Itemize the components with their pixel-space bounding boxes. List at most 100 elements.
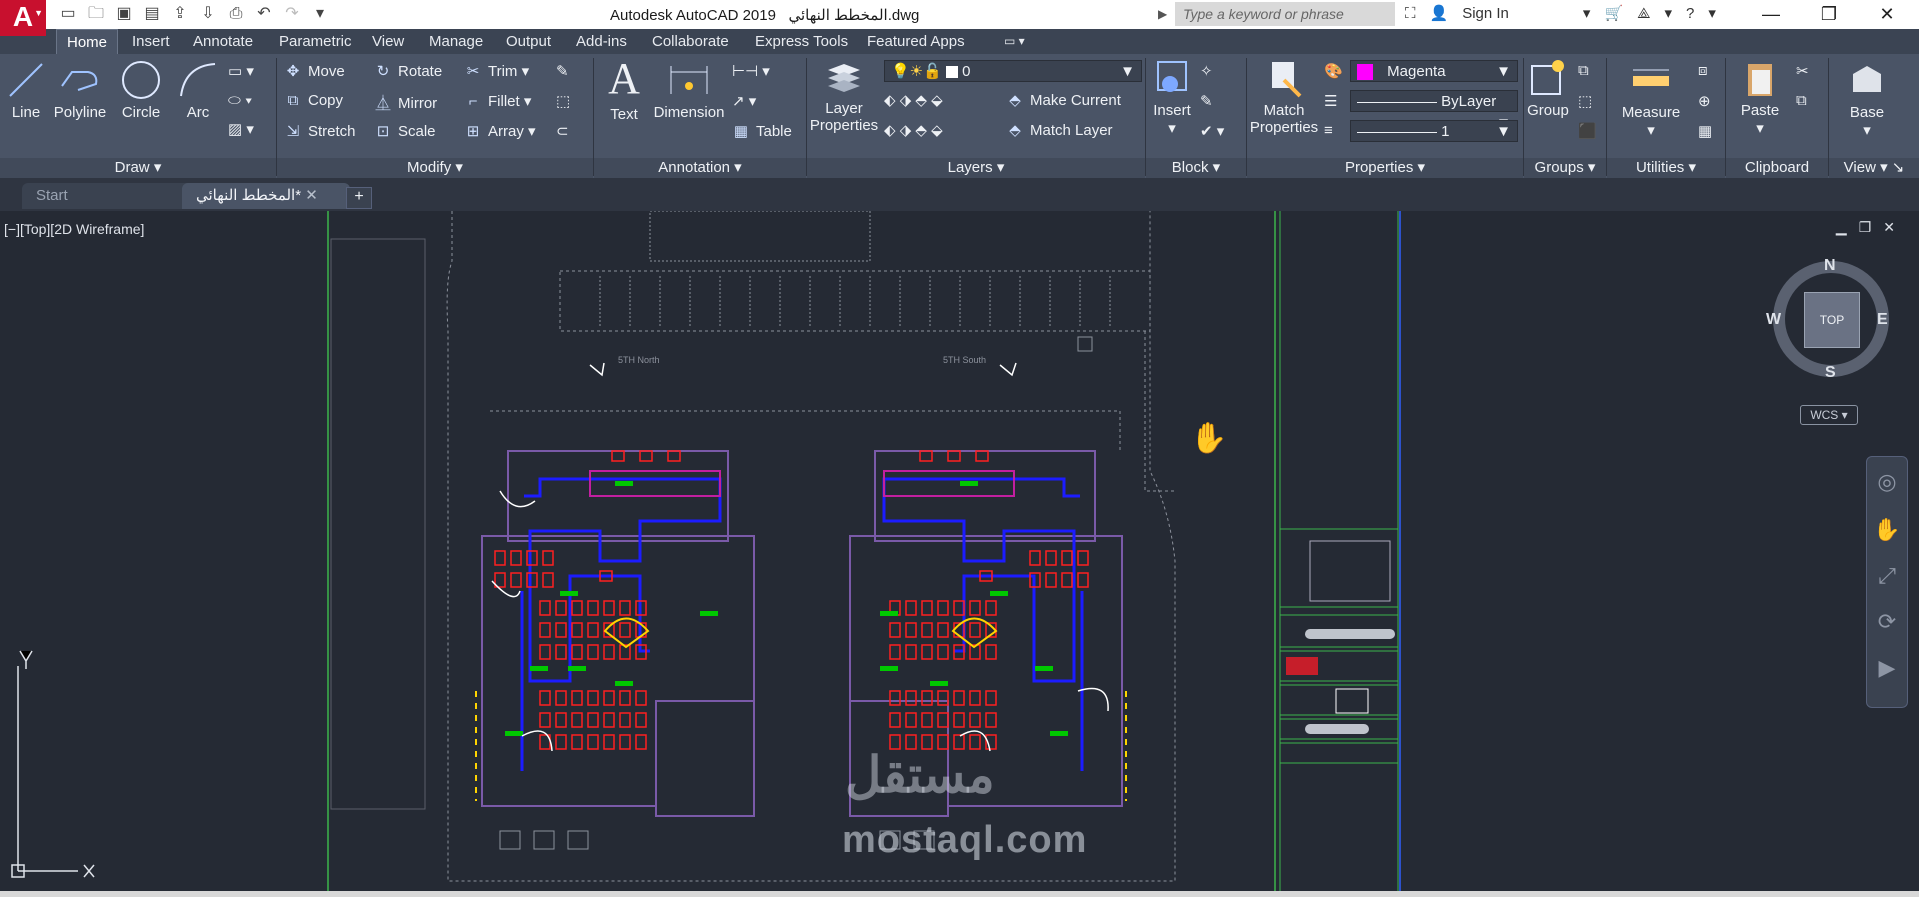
tab-annotate[interactable]: Annotate: [193, 33, 253, 50]
table-button[interactable]: ▦ Table: [732, 122, 792, 140]
close-icon[interactable]: ✕: [1858, 2, 1916, 26]
fillet-button[interactable]: ⌐ Fillet ▾: [464, 92, 532, 110]
hatch-icon[interactable]: ▨ ▾: [228, 120, 254, 138]
open-folder-icon[interactable]: 🗀: [86, 4, 106, 24]
group-button[interactable]: Group: [1526, 58, 1570, 119]
chevron-down-icon[interactable]: ▾: [1583, 4, 1591, 22]
trim-button[interactable]: ✂ Trim ▾: [464, 62, 529, 80]
user-icon[interactable]: 👤: [1430, 4, 1449, 22]
clipboard-panel-title[interactable]: Clipboard: [1726, 158, 1828, 178]
erase-icon[interactable]: ✎: [556, 62, 569, 80]
tab-express-tools[interactable]: Express Tools: [755, 33, 848, 50]
quick-select-icon[interactable]: ⧈: [1698, 62, 1708, 79]
cut-icon[interactable]: ✂: [1796, 62, 1809, 80]
polyline-button[interactable]: Polyline: [52, 60, 108, 121]
tab-parametric[interactable]: Parametric: [279, 33, 352, 50]
leader-icon[interactable]: ↗ ▾: [732, 92, 756, 110]
plot-icon[interactable]: ⎙: [226, 4, 246, 24]
showmotion-icon[interactable]: ▶: [1867, 645, 1907, 691]
text-button[interactable]: A Text: [602, 56, 646, 124]
group-select-icon[interactable]: ⬛: [1578, 122, 1597, 140]
color-dropdown[interactable]: Magenta ▼: [1350, 60, 1518, 82]
layer-dropdown[interactable]: 💡☀🔓 0 ▼: [884, 60, 1142, 82]
create-block-icon[interactable]: ✧: [1200, 62, 1213, 80]
block-panel-title[interactable]: Block ▾: [1146, 158, 1246, 178]
insert-button[interactable]: Insert ▾: [1150, 58, 1194, 137]
undo-icon[interactable]: ↶: [254, 4, 274, 24]
linear-dim-icon[interactable]: ⊢⊣ ▾: [732, 62, 770, 80]
utilities-panel-title[interactable]: Utilities ▾: [1607, 158, 1725, 178]
paste-button[interactable]: Paste ▾: [1732, 58, 1788, 137]
wcs-menu[interactable]: WCS ▾: [1800, 405, 1858, 425]
search-expand-icon[interactable]: ▶: [1158, 7, 1167, 21]
tab-add-ins[interactable]: Add-ins: [576, 33, 627, 50]
tab-manage[interactable]: Manage: [429, 33, 483, 50]
minimize-icon[interactable]: —: [1742, 2, 1800, 26]
orbit-icon[interactable]: ⟳: [1867, 599, 1907, 645]
save-as-icon[interactable]: ▤: [142, 4, 162, 24]
sign-in-button[interactable]: Sign In: [1462, 5, 1509, 22]
measure-button[interactable]: Measure ▾: [1614, 60, 1688, 139]
new-tab-button[interactable]: +: [346, 187, 372, 209]
customize-qat-icon[interactable]: ▾: [310, 4, 330, 24]
search-input[interactable]: Type a keyword or phrase: [1175, 2, 1395, 26]
line-button[interactable]: Line: [6, 60, 46, 121]
move-button[interactable]: ✥ Move: [284, 62, 345, 80]
groups-panel-title[interactable]: Groups ▾: [1524, 158, 1606, 178]
attribute-icon[interactable]: ✔ ▾: [1200, 122, 1224, 140]
rotate-button[interactable]: ↻ Rotate: [374, 62, 443, 80]
scale-button[interactable]: ⊡ Scale: [374, 122, 436, 140]
ellipse-icon[interactable]: ⬭ ▾: [228, 92, 252, 109]
drawing-canvas[interactable]: [−][Top][2D Wireframe] ▁ ❐ ✕ 5TH North 5…: [0, 211, 1919, 891]
annotation-panel-title[interactable]: Annotation ▾: [594, 158, 806, 178]
save-web-icon[interactable]: ⇩: [198, 4, 218, 24]
layer-tools-row-2[interactable]: ⬖ ⬗ ⬘ ⬙: [884, 121, 943, 139]
mirror-button[interactable]: ⏅ Mirror: [374, 92, 437, 113]
copy-clip-icon[interactable]: ⧉: [1796, 92, 1807, 109]
tab-drawing[interactable]: المخطط النهائي* ✕: [182, 183, 350, 209]
circle-button[interactable]: Circle: [118, 60, 164, 121]
stretch-button[interactable]: ⇲ Stretch: [284, 122, 356, 140]
layer-tools-row-1[interactable]: ⬖ ⬗ ⬘ ⬙: [884, 91, 943, 109]
open-web-icon[interactable]: ⇪: [170, 4, 190, 24]
ribbon-minimize-icon[interactable]: ▭ ▾: [1004, 34, 1025, 48]
rectangle-icon[interactable]: ▭ ▾: [228, 62, 254, 80]
properties-panel-title[interactable]: Properties ▾: [1247, 158, 1523, 178]
explode-icon[interactable]: ⬚: [556, 92, 570, 110]
ungroup-icon[interactable]: ⧉: [1578, 62, 1589, 79]
linetype-dropdown[interactable]: ByLayer ▼: [1350, 90, 1518, 132]
edit-block-icon[interactable]: ✎: [1200, 92, 1213, 110]
lineweight-dropdown[interactable]: 1 ▼: [1350, 120, 1518, 142]
close-tab-icon[interactable]: ✕: [305, 187, 318, 204]
draw-panel-title[interactable]: Draw ▾: [0, 158, 276, 178]
dimension-button[interactable]: Dimension: [652, 60, 726, 121]
steering-wheel-icon[interactable]: ◎: [1867, 457, 1907, 507]
group-edit-icon[interactable]: ⬚: [1578, 92, 1592, 110]
copy-button[interactable]: ⧉ Copy: [284, 92, 343, 109]
help-icon[interactable]: ?: [1686, 5, 1694, 22]
cart-icon[interactable]: 🛒: [1604, 4, 1623, 22]
layer-properties-button[interactable]: Layer Properties: [808, 60, 880, 134]
view-panel-title[interactable]: View ▾ ↘: [1829, 158, 1919, 178]
match-layer-button[interactable]: ⬘ Match Layer: [1006, 121, 1112, 139]
tab-view[interactable]: View: [372, 33, 404, 50]
viewcube-top[interactable]: TOP: [1804, 292, 1860, 348]
base-button[interactable]: Base ▾: [1840, 60, 1894, 139]
tab-start[interactable]: Start: [22, 183, 200, 209]
new-file-icon[interactable]: ▭: [58, 4, 78, 24]
tab-output[interactable]: Output: [506, 33, 551, 50]
save-icon[interactable]: ▣: [114, 4, 134, 24]
tab-featured-apps[interactable]: Featured Apps: [867, 33, 965, 50]
offset-icon[interactable]: ⊂: [556, 122, 569, 140]
tab-home[interactable]: Home: [56, 29, 119, 55]
arc-button[interactable]: Arc: [176, 60, 220, 121]
chevron-down-icon[interactable]: ▾: [1665, 4, 1673, 22]
tab-collaborate[interactable]: Collaborate: [652, 33, 729, 50]
match-properties-button[interactable]: Match Properties: [1248, 58, 1320, 136]
make-current-button[interactable]: ⬘ Make Current: [1006, 91, 1121, 109]
a360-icon[interactable]: ⟁: [1637, 5, 1650, 22]
zoom-extents-icon[interactable]: ⤢: [1867, 553, 1907, 599]
binoculars-icon[interactable]: ⛶: [1405, 5, 1416, 22]
modify-panel-title[interactable]: Modify ▾: [277, 158, 593, 178]
color-wheel-icon[interactable]: 🎨: [1324, 62, 1343, 80]
